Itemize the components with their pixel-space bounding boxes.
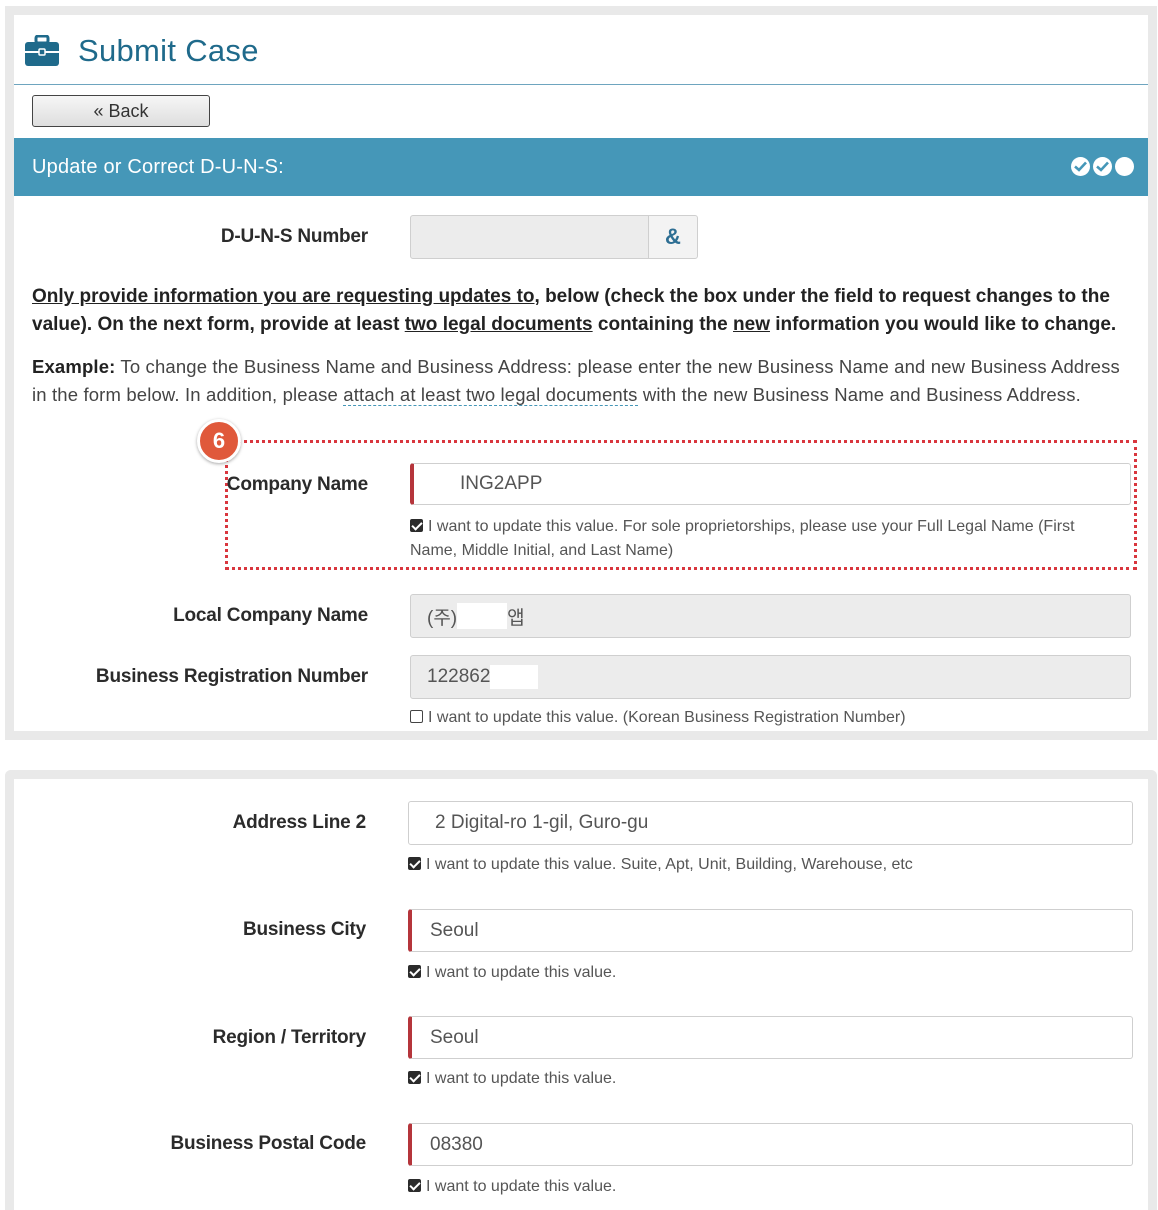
redacted-area (490, 665, 539, 689)
address-line2-input[interactable]: 2 Digital-ro 1-gil, Guro-gu (408, 801, 1133, 845)
duns-label: D-U-N-S Number (220, 226, 368, 247)
local-name-prefix: (주) (427, 607, 458, 629)
region-label: Region / Territory (212, 1027, 367, 1048)
instructions-body-3: information you would like to change. (769, 314, 1117, 335)
region-input[interactable]: Seoul (408, 1016, 1133, 1059)
business-registration-input[interactable]: 122862 (410, 655, 1131, 699)
instructions-emphasis: Only provide information you are request… (32, 286, 540, 307)
business-registration-update-checkbox[interactable]: I want to update this value. (Korean Bus… (410, 706, 1125, 730)
instructions-body-2: containing the (592, 314, 734, 335)
checkbox-checked[interactable] (408, 965, 421, 978)
checkbox-label: I want to update this value. (Korean Bus… (428, 709, 906, 726)
instructions-text: Only provide information you are request… (32, 283, 1122, 339)
checkbox-label: I want to update this value. (426, 964, 617, 981)
registration-number-value: 122862 (427, 666, 491, 687)
checkbox-label: I want to update this value. For sole pr… (410, 518, 1075, 559)
instructions-new: new (733, 314, 770, 335)
step-number-badge: 6 (197, 419, 241, 463)
back-button[interactable]: « Back (32, 95, 210, 127)
step-complete-icon (1071, 157, 1090, 176)
postal-code-input[interactable]: 08380 (408, 1123, 1133, 1166)
example-body-2: with the new Business Name and Business … (637, 384, 1081, 405)
local-company-name-input[interactable]: (주) 앱 (410, 594, 1131, 638)
address-line2-update-checkbox[interactable]: I want to update this value. Suite, Apt,… (408, 853, 1128, 877)
checkbox-checked[interactable] (408, 1179, 421, 1192)
step-complete-icon (1093, 157, 1112, 176)
page-title: Submit Case (78, 33, 259, 68)
step-current-icon (1115, 157, 1134, 176)
business-city-update-checkbox[interactable]: I want to update this value. (408, 961, 1128, 985)
postal-code-label: Business Postal Code (170, 1133, 366, 1154)
attach-documents-link[interactable]: attach at least two legal documents (343, 384, 638, 406)
region-update-checkbox[interactable]: I want to update this value. (408, 1067, 1128, 1091)
address-line2-label: Address Line 2 (232, 812, 367, 833)
checkbox-checked[interactable] (408, 1071, 421, 1084)
company-name-input[interactable]: ING2APP (410, 463, 1131, 505)
checkbox-unchecked[interactable] (410, 710, 423, 723)
header-divider (14, 84, 1148, 85)
company-name-label: Company Name (226, 474, 368, 495)
section-title: Update or Correct D-U-N-S: (32, 155, 284, 178)
duns-lookup-button[interactable]: & (648, 215, 698, 259)
form-panel-bottom: Address Line 2 2 Digital-ro 1-gil, Guro-… (5, 770, 1157, 1210)
progress-steps (1071, 157, 1134, 176)
checkbox-label: I want to update this value. (426, 1178, 617, 1195)
checkbox-label: I want to update this value. Suite, Apt,… (426, 856, 913, 873)
postal-code-update-checkbox[interactable]: I want to update this value. (408, 1175, 1128, 1199)
section-header: Update or Correct D-U-N-S: (14, 138, 1148, 196)
business-city-input[interactable]: Seoul (408, 909, 1133, 952)
duns-lookup-icon: & (665, 224, 681, 249)
example-text: Example: To change the Business Name and… (32, 353, 1132, 409)
business-city-label: Business City (242, 919, 366, 940)
form-panel-top: Submit Case « Back Update or Correct D-U… (5, 6, 1157, 740)
page-header: Submit Case (24, 29, 259, 73)
local-company-name-label: Local Company Name (173, 605, 368, 626)
duns-input[interactable] (410, 215, 650, 259)
company-name-update-checkbox[interactable]: I want to update this value. For sole pr… (410, 515, 1125, 563)
briefcase-icon (24, 34, 60, 67)
checkbox-checked[interactable] (408, 857, 421, 870)
instructions-legal-docs: two legal documents (404, 314, 593, 335)
redacted-area (457, 603, 508, 629)
checkbox-checked[interactable] (410, 519, 423, 532)
checkbox-label: I want to update this value. (426, 1070, 617, 1087)
local-name-suffix: 앱 (507, 607, 525, 629)
example-label: Example: (32, 356, 116, 377)
business-registration-label: Business Registration Number (95, 666, 368, 687)
